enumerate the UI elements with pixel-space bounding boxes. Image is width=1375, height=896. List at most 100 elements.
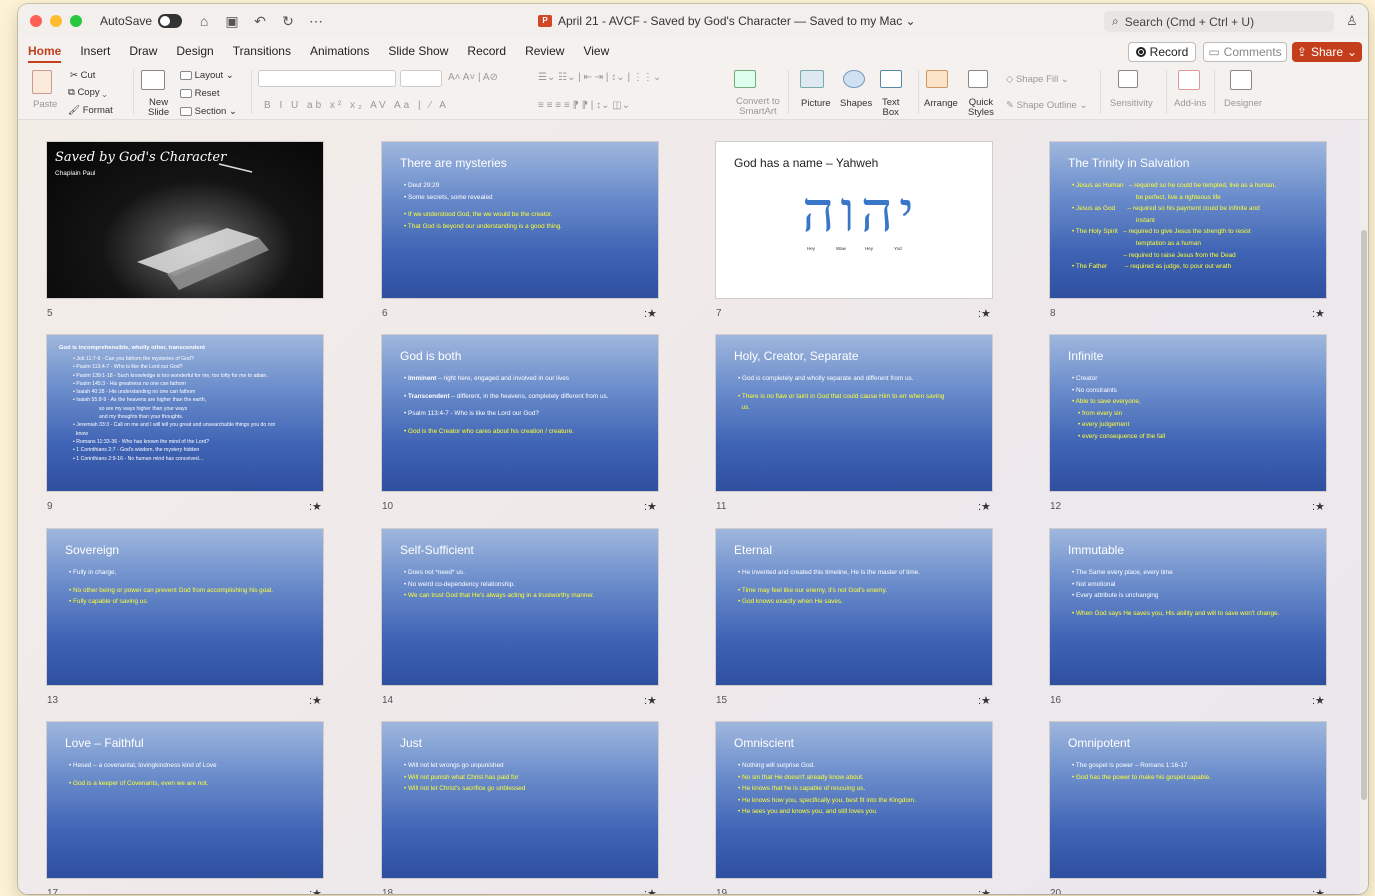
redo-icon[interactable]: ↻: [280, 13, 296, 30]
slide-title: God is both: [400, 349, 462, 363]
vertical-scrollbar[interactable]: [1360, 120, 1368, 894]
slide-body: • The gospel is power – Romans 1:16-17 • …: [1072, 760, 1312, 783]
slide-bullet: • 1 Corinthians 2:9-16 - No human mind h…: [73, 455, 204, 462]
shapes-icon[interactable]: [843, 70, 865, 88]
slide-thumbnail[interactable]: Sovereign • Fully in charge, • No other be…: [47, 529, 323, 685]
picture-button[interactable]: Picture: [801, 98, 831, 109]
font-size-buttons[interactable]: A˄ A˅ | A⊘: [448, 72, 498, 83]
undo-icon[interactable]: ↶: [252, 13, 268, 30]
minimize-window-button[interactable]: [50, 15, 62, 27]
slide-thumbnail[interactable]: God has a name – Yahweh יהוה Hey Waw Hey Yod: [716, 142, 992, 298]
slide-thumbnail[interactable]: Holy, Creator, Separate • God is complete…: [716, 335, 992, 491]
slide-bullet: • Will not punish what Christ has paid f…: [404, 773, 519, 781]
slide-thumbnail[interactable]: Omnipotent • The gospel is power – Romans…: [1050, 722, 1326, 878]
textbox-icon[interactable]: [880, 70, 902, 88]
arrange-icon[interactable]: [926, 70, 948, 88]
list-buttons[interactable]: ☰⌄ ☷⌄ | ⇤ ⇥ | ↕⌄ | ⋮⋮⌄: [538, 72, 661, 83]
slide-bullet: • He invented and created this timeline,…: [738, 569, 920, 576]
slide-thumbnail[interactable]: There are mysteries • Deut 29:29 • Some se…: [382, 142, 658, 298]
close-window-button[interactable]: [30, 15, 42, 27]
slide-bullet: be perfect, live a righteous life: [1072, 193, 1221, 201]
tab-record[interactable]: Record: [467, 38, 506, 64]
textbox-label-2: Box: [882, 107, 899, 118]
tab-slide-show[interactable]: Slide Show: [388, 38, 448, 64]
slide-bullet: • God is a keeper of Covenants, even we …: [69, 779, 209, 787]
sensitivity-icon[interactable]: [1118, 70, 1138, 88]
designer-button[interactable]: Designer: [1224, 98, 1262, 109]
shape-outline-button[interactable]: ✎ Shape Outline ⌄: [1006, 100, 1087, 111]
autosave-control[interactable]: AutoSave: [100, 14, 183, 28]
shapes-button[interactable]: Shapes: [840, 98, 872, 109]
designer-icon[interactable]: [1230, 70, 1252, 90]
tab-review[interactable]: Review: [525, 38, 564, 64]
picture-icon[interactable]: [800, 70, 824, 88]
tab-home[interactable]: Home: [28, 38, 62, 64]
autosave-toggle[interactable]: [158, 14, 183, 28]
slide-thumbnail[interactable]: God is both • Imminent – right here, enga…: [382, 335, 658, 491]
slide-bullet: • No other being or power can prevent Go…: [69, 586, 274, 594]
document-title[interactable]: P April 21 - AVCF - Saved by God's Chara…: [538, 4, 916, 38]
quick-styles-button[interactable]: Quick Styles: [968, 98, 994, 118]
sensitivity-button[interactable]: Sensitivity: [1110, 98, 1153, 109]
cut-button[interactable]: ✂ Cut: [70, 70, 95, 81]
slide-thumbnail[interactable]: Just • Will not let wrongs go unpunished •…: [382, 722, 658, 878]
slide-number: 17: [47, 888, 59, 894]
addins-icon[interactable]: [1178, 70, 1200, 90]
font-size-select[interactable]: [400, 70, 442, 87]
share-button[interactable]: ⇪ Share ⌄: [1292, 42, 1362, 62]
quick-styles-icon[interactable]: [968, 70, 988, 88]
slide-bullet: know: [73, 430, 88, 437]
tab-animations[interactable]: Animations: [310, 38, 369, 64]
zoom-window-button[interactable]: [70, 15, 82, 27]
paste-button[interactable]: Paste: [33, 99, 57, 110]
slide-number: 10: [382, 501, 394, 512]
new-slide-button[interactable]: New Slide: [148, 98, 169, 118]
slide-thumbnail[interactable]: Immutable • The Same every place, every t…: [1050, 529, 1326, 685]
more-icon[interactable]: ⋯: [308, 13, 324, 30]
clipboard-icon[interactable]: [32, 70, 52, 94]
slide-bullet: us.: [738, 404, 751, 412]
record-button[interactable]: Record: [1128, 42, 1196, 62]
slide-body: • Jesus as Human – required so he could …: [1072, 180, 1312, 273]
comments-button[interactable]: ▭ Comments: [1203, 42, 1287, 62]
save-icon[interactable]: ▣: [224, 13, 240, 30]
tab-view[interactable]: View: [583, 38, 609, 64]
layout-button[interactable]: Layout ⌄: [180, 70, 234, 81]
alignment-buttons[interactable]: ≡ ≡ ≡ ≡ ⁋ ⁋ | ↕⌄ ◫⌄: [538, 100, 630, 111]
search-input[interactable]: ⌕ Search (Cmd + Ctrl + U): [1104, 11, 1334, 32]
addins-button[interactable]: Add-ins: [1174, 98, 1206, 109]
slide-thumbnail[interactable]: God is incomprehensible, wholly other, t…: [47, 335, 323, 491]
arrange-button[interactable]: Arrange: [924, 98, 958, 109]
smartart-icon[interactable]: [734, 70, 756, 88]
textbox-button[interactable]: Text Box: [882, 98, 899, 118]
slide-thumbnail[interactable]: Self-Sufficient • Does not *need* us. • No…: [382, 529, 658, 685]
hebrew-letter-name: Waw: [836, 246, 846, 251]
slide-bullet: • We can trust God that He's always acti…: [404, 592, 595, 600]
home-icon[interactable]: ⌂: [196, 13, 212, 30]
convert-smartart-button[interactable]: Convert to SmartArt: [736, 97, 780, 117]
slide-title: Infinite: [1068, 349, 1104, 363]
tab-draw[interactable]: Draw: [129, 38, 157, 64]
slide-thumbnail[interactable]: Eternal • He invented and created this ti…: [716, 529, 992, 685]
reset-button[interactable]: Reset: [180, 88, 219, 99]
section-button[interactable]: Section ⌄: [180, 106, 237, 117]
text-format-buttons[interactable]: B I U ab x² x₂ AV Aa | ⁄ A: [264, 100, 449, 111]
tab-transitions[interactable]: Transitions: [233, 38, 291, 64]
slide-title: Sovereign: [65, 543, 120, 557]
tab-design[interactable]: Design: [176, 38, 213, 64]
copy-button[interactable]: ⧉ Copy ⌄: [68, 87, 107, 98]
format-painter-button[interactable]: 🖌︎ Format: [68, 105, 113, 116]
new-slide-icon[interactable]: [141, 70, 165, 90]
slide-title: God has a name – Yahweh: [734, 156, 879, 170]
slide-thumbnail[interactable]: The Trinity in Salvation • Jesus as Human…: [1050, 142, 1326, 298]
tab-insert[interactable]: Insert: [80, 38, 110, 64]
slide-thumbnail[interactable]: Love – Faithful • Hesed – a covenantal, l…: [47, 722, 323, 878]
slide-thumbnail[interactable]: Omniscient • Nothing will surprise God. • …: [716, 722, 992, 878]
shape-fill-button[interactable]: ◇ Shape Fill ⌄: [1006, 74, 1069, 85]
person-icon[interactable]: ♙: [1346, 13, 1358, 29]
slide-thumbnail[interactable]: Infinite • Creator • No constraints • Able …: [1050, 335, 1326, 491]
font-name-select[interactable]: [258, 70, 396, 87]
scrollbar-thumb[interactable]: [1361, 230, 1367, 800]
slide-thumbnail[interactable]: Saved by God's Character Chaplain Paul: [47, 142, 323, 298]
slide-bullet: • Psalm 145:3 - His greatness no one can…: [73, 380, 186, 387]
